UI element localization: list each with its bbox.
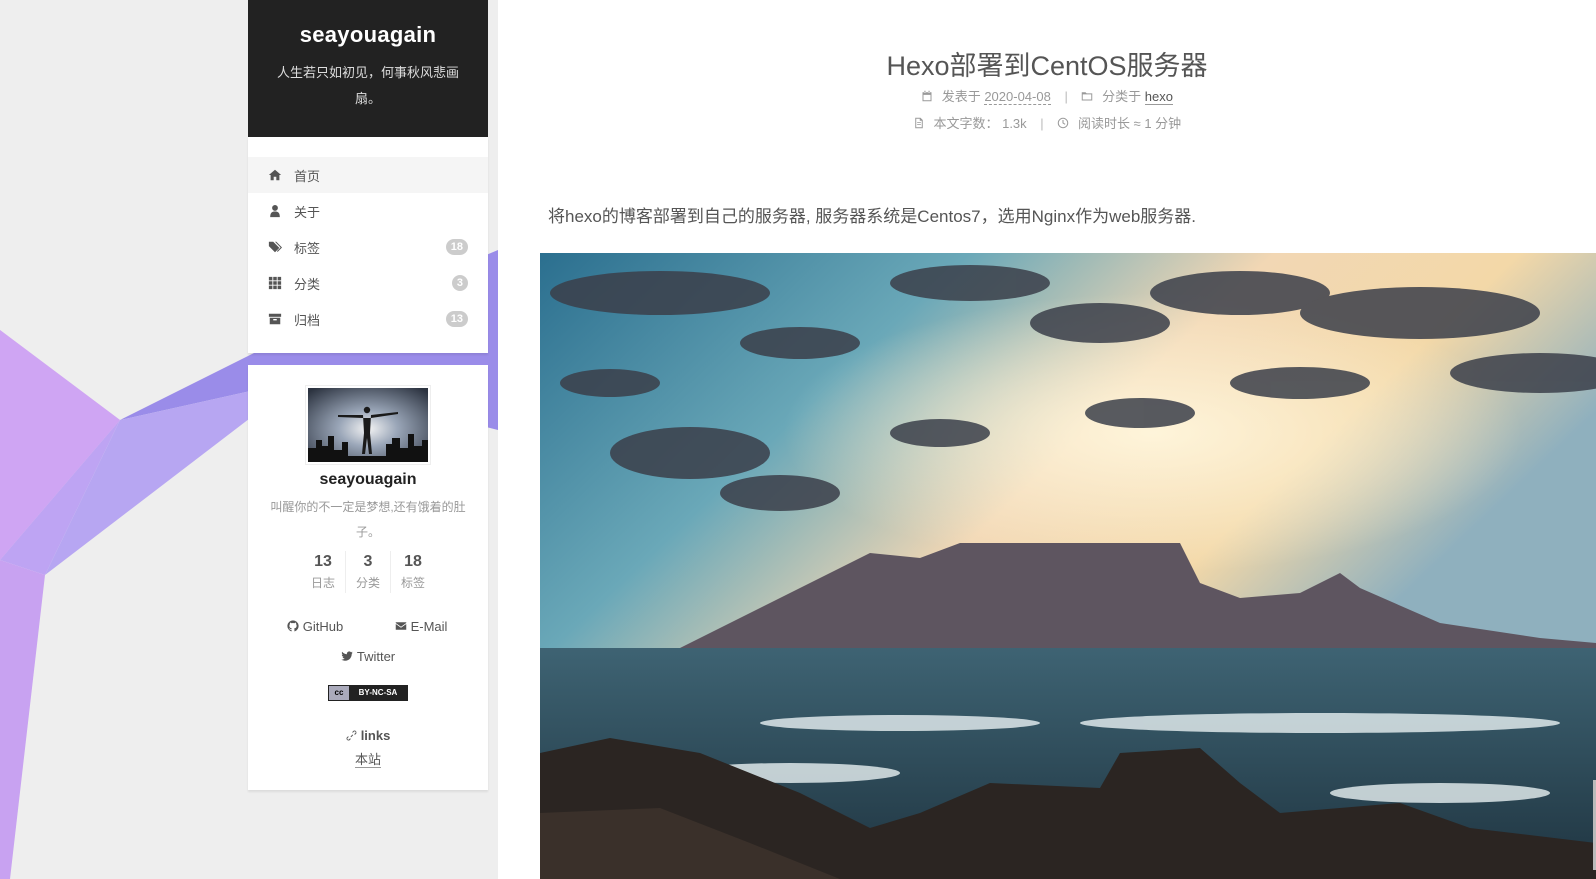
- social-links: GitHub E-Mail Twitter: [262, 611, 474, 671]
- home-icon: [268, 168, 282, 182]
- post-date: 2020-04-08: [984, 89, 1051, 105]
- archives-count-badge: 13: [445, 311, 468, 327]
- post-main: Hexo部署到CentOS服务器 发表于 2020-04-08 | 分类于 he…: [498, 0, 1596, 879]
- links-title: links: [360, 728, 391, 743]
- post-meta-row: 发表于 2020-04-08 | 分类于 hexo: [498, 86, 1596, 105]
- readtime-value: 1 分钟: [1144, 116, 1182, 131]
- menu-item-about[interactable]: 关于: [248, 193, 488, 229]
- site-brand: seayouagain 人生若只如初见，何事秋风悲画扇。: [248, 0, 488, 137]
- readtime-label: 阅读时长 ≈: [1077, 116, 1141, 131]
- menu-item-home[interactable]: 首页: [248, 157, 488, 193]
- stat-label: 标签: [401, 576, 426, 590]
- menu-item-label: 分类: [294, 276, 321, 292]
- github-link[interactable]: GitHub: [262, 611, 368, 641]
- tags-count-badge: 18: [445, 239, 468, 255]
- file-icon: [915, 117, 923, 129]
- post-title: Hexo部署到CentOS服务器: [886, 51, 1208, 81]
- meta-divider: |: [1040, 116, 1044, 131]
- post-body-text: 将hexo的博客部署到自己的服务器, 服务器系统是Centos7，选用Nginx…: [548, 207, 1196, 226]
- friend-link[interactable]: 本站: [248, 749, 488, 768]
- menu-item-label: 关于: [294, 204, 321, 220]
- stat-posts[interactable]: 13 日志: [301, 551, 345, 593]
- menu-item-label: 首页: [294, 168, 321, 184]
- clock-icon: [1058, 117, 1069, 129]
- github-icon: [287, 620, 299, 632]
- email-label: E-Mail: [410, 618, 448, 634]
- main-menu: 首页 关于 标签 18 分类 3 归档 13: [248, 137, 488, 353]
- license-badge-text: BY-NC-SA: [349, 686, 407, 700]
- author-overview: seayouagain 叫醒你的不一定是梦想,还有饿着的肚子。 13 日志 3 …: [248, 365, 488, 790]
- cc-icon: cc: [329, 686, 349, 700]
- posted-label: 发表于: [941, 89, 981, 104]
- archive-icon: [268, 312, 282, 326]
- site-subtitle: 人生若只如初见，何事秋风悲画扇。: [276, 65, 459, 106]
- th-icon: [268, 276, 282, 290]
- link-icon: [346, 730, 357, 741]
- menu-item-label: 归档: [294, 312, 321, 328]
- menu-item-label: 标签: [294, 240, 321, 256]
- email-link[interactable]: E-Mail: [368, 611, 474, 641]
- site-stats: 13 日志 3 分类 18 标签: [248, 551, 488, 593]
- site-title[interactable]: seayouagain: [248, 22, 488, 48]
- avatar: [305, 385, 431, 465]
- license-badge[interactable]: cc BY-NC-SA: [328, 685, 408, 701]
- menu-item-tags[interactable]: 标签 18: [248, 229, 488, 265]
- author-description: 叫醒你的不一定是梦想,还有饿着的肚子。: [270, 500, 466, 539]
- links-heading: links: [248, 728, 488, 743]
- tags-icon: [268, 240, 282, 254]
- stat-label: 分类: [355, 576, 380, 590]
- author-name: seayouagain: [319, 471, 417, 488]
- post-meta-row: 本文字数： 1.3k | 阅读时长 ≈ 1 分钟: [498, 113, 1596, 132]
- calendar-icon: [922, 90, 932, 102]
- folder-icon: [1082, 92, 1093, 101]
- wordcount-value: 1.3k: [1002, 116, 1027, 131]
- stat-tags[interactable]: 18 标签: [390, 551, 435, 593]
- post-category-link[interactable]: hexo: [1144, 89, 1173, 105]
- envelope-icon: [395, 622, 406, 630]
- meta-divider: |: [1064, 89, 1068, 104]
- stat-categories[interactable]: 3 分类: [344, 551, 390, 593]
- github-label: GitHub: [302, 618, 344, 634]
- friend-link-label[interactable]: 本站: [354, 752, 381, 768]
- twitter-link[interactable]: Twitter: [262, 641, 474, 671]
- stat-label: 日志: [310, 576, 335, 590]
- post-cover-image: [540, 253, 1596, 879]
- twitter-label: Twitter: [356, 648, 396, 664]
- categories-count-badge: 3: [451, 275, 468, 291]
- menu-item-archives[interactable]: 归档 13: [248, 301, 488, 337]
- stat-count: 3: [363, 553, 373, 570]
- wordcount-label: 本文字数：: [933, 116, 999, 131]
- stat-count: 18: [404, 553, 422, 570]
- stat-count: 13: [314, 553, 332, 570]
- category-label: 分类于: [1102, 89, 1142, 104]
- twitter-icon: [341, 651, 353, 661]
- user-icon: [268, 204, 282, 218]
- menu-item-categories[interactable]: 分类 3: [248, 265, 488, 301]
